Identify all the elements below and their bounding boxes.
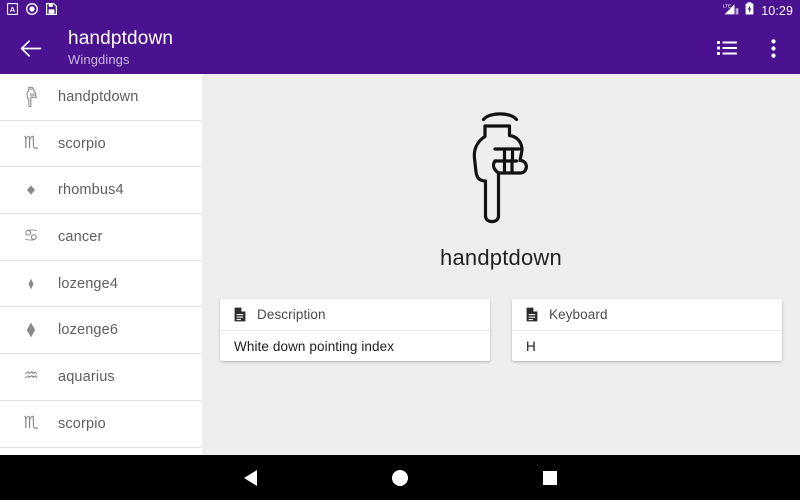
description-card-header: Description <box>220 299 490 331</box>
description-card-title: Description <box>257 307 326 322</box>
list-view-icon[interactable] <box>714 35 740 61</box>
home-circle-icon <box>392 469 408 486</box>
status-bar-system: LTE 10:29 <box>723 2 793 20</box>
content-area: handptdown ♏ scorpio rhombus4 ♋ cancer l… <box>0 74 800 455</box>
glyph-detail-pane: handptdown Description White down pointi… <box>202 74 800 455</box>
keyboard-card-value: H <box>526 338 536 354</box>
rhombus4-glyph <box>14 183 48 197</box>
android-app-window: A LTE 10:29 handptdown Wingdings handptd… <box>0 0 800 500</box>
list-item[interactable]: handptdown <box>0 74 202 121</box>
glyph-name-heading: handptdown <box>440 245 562 270</box>
detail-cards: Description White down pointing index Ke… <box>202 271 800 361</box>
lozenge4-glyph <box>14 276 48 292</box>
description-card: Description White down pointing index <box>220 299 490 361</box>
list-item-label: aquarius <box>58 368 115 385</box>
glyph-list-sidebar[interactable]: handptdown ♏ scorpio rhombus4 ♋ cancer l… <box>0 74 202 455</box>
cancer-symbol: ♋ <box>23 226 39 247</box>
list-item[interactable]: ♒ aquarius <box>0 354 202 401</box>
list-item[interactable]: rhombus4 <box>0 167 202 215</box>
svg-text:LTE: LTE <box>723 3 731 8</box>
list-item-label: scorpio <box>58 415 106 432</box>
sim-card-icon <box>46 2 57 20</box>
keyboard-card-title: Keyboard <box>549 307 608 322</box>
nav-recents-button[interactable] <box>475 455 625 500</box>
battery-charging-icon <box>745 2 754 20</box>
svg-text:A: A <box>10 5 16 14</box>
record-circle-icon <box>26 2 38 20</box>
scorpio-symbol: ♏ <box>23 413 39 434</box>
signal-bars-icon: LTE <box>723 2 739 20</box>
list-item-label: rhombus4 <box>58 182 124 199</box>
aquarius-symbol: ♒ <box>23 366 39 387</box>
lozenge6-glyph <box>14 321 48 339</box>
nav-back-button[interactable] <box>175 455 325 500</box>
overflow-menu-icon[interactable] <box>760 35 786 61</box>
cancer-glyph: ♋ <box>14 228 48 245</box>
app-bar-titles: handptdown Wingdings <box>68 28 173 68</box>
app-bar-actions <box>714 35 786 61</box>
document-icon <box>526 307 538 322</box>
status-bar-notifications: A <box>6 2 57 20</box>
back-triangle-icon <box>243 469 257 486</box>
hand-point-down-glyph <box>14 85 48 109</box>
document-icon <box>234 307 246 322</box>
page-title: handptdown <box>68 28 174 49</box>
system-navigation-bar <box>0 455 800 500</box>
aquarius-glyph: ♒ <box>14 368 48 385</box>
app-bar: handptdown Wingdings <box>0 22 800 74</box>
description-card-value: White down pointing index <box>234 338 395 354</box>
page-subtitle: Wingdings <box>68 52 130 67</box>
hand-point-down-large-glyph <box>202 74 800 249</box>
list-item[interactable]: ♏ scorpio <box>0 121 202 168</box>
status-bar-clock: 10:29 <box>761 3 793 18</box>
keyboard-card-header: Keyboard <box>512 299 782 331</box>
keyboard-card: Keyboard H <box>512 299 782 361</box>
list-item-label: lozenge4 <box>58 275 119 292</box>
letter-a-badge-icon: A <box>6 2 19 20</box>
status-bar: A LTE 10:29 <box>0 0 800 22</box>
scorpio-glyph: ♏ <box>14 415 48 432</box>
scorpio-glyph: ♏ <box>14 135 48 152</box>
list-item[interactable]: lozenge4 <box>0 261 202 308</box>
back-arrow-icon[interactable] <box>16 33 46 63</box>
recents-square-icon <box>543 470 557 485</box>
list-item[interactable]: ♋ cancer <box>0 214 202 261</box>
list-item-label: handptdown <box>58 88 139 105</box>
list-item-label: scorpio <box>58 135 106 152</box>
scorpio-symbol: ♏ <box>23 133 39 154</box>
list-item-label: cancer <box>58 228 103 245</box>
list-item[interactable]: lozenge6 <box>0 307 202 355</box>
list-item[interactable]: ♏ scorpio <box>0 401 202 448</box>
list-item-label: lozenge6 <box>58 322 119 339</box>
nav-home-button[interactable] <box>325 455 475 500</box>
